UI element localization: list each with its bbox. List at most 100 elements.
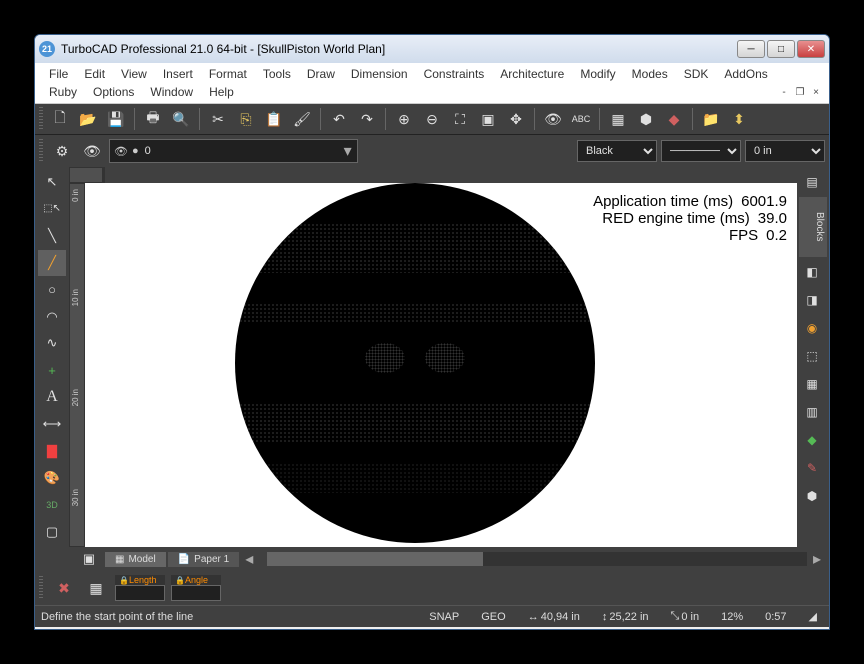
scroll-left-icon[interactable]: ◂ <box>241 549 257 569</box>
menu-insert[interactable]: Insert <box>155 65 201 83</box>
curve-tool-icon[interactable]: ∿ <box>38 331 66 357</box>
blocks-panel-tab[interactable]: Blocks <box>799 197 827 257</box>
right-tool-3-icon[interactable]: ◉ <box>799 315 825 341</box>
lock-icon[interactable]: 🔒 <box>175 576 185 585</box>
layer-icon[interactable]: 👁 <box>79 138 105 164</box>
tab-toggle-icon[interactable]: ▣ <box>75 546 103 572</box>
right-tool-5-icon[interactable]: ▦ <box>799 371 825 397</box>
menu-file[interactable]: File <box>41 65 76 83</box>
tab-model[interactable]: ▦Model <box>105 552 166 567</box>
menu-view[interactable]: View <box>113 65 155 83</box>
box-tool-icon[interactable]: ▢ <box>38 519 66 545</box>
mdi-close-button[interactable]: × <box>809 86 823 98</box>
undo-icon[interactable]: ↶ <box>326 106 352 132</box>
arc-tool-icon[interactable]: ◠ <box>38 304 66 330</box>
3d-tool-icon[interactable]: 3D <box>38 492 66 518</box>
hatch-icon[interactable]: ▦ <box>605 106 631 132</box>
chevron-down-icon[interactable]: ▾ <box>341 141 355 161</box>
palette-tool-icon[interactable]: 🎨 <box>38 465 66 491</box>
right-tool-7-icon[interactable]: ◆ <box>799 427 825 453</box>
redo-icon[interactable]: ↷ <box>354 106 380 132</box>
open-file-icon[interactable]: 📂 <box>75 106 101 132</box>
right-tool-4-icon[interactable]: ⬚ <box>799 343 825 369</box>
layer-selector[interactable] <box>141 140 341 162</box>
scroll-right-icon[interactable]: ▸ <box>809 549 825 569</box>
dimension-tool-icon[interactable]: ⟷ <box>38 411 66 437</box>
select-tool-icon[interactable]: ↖ <box>38 169 66 195</box>
lineweight-selector[interactable]: 0 in <box>745 140 825 162</box>
toolbar-grip[interactable] <box>39 107 43 131</box>
add-tool-icon[interactable]: + <box>38 357 66 383</box>
new-file-icon[interactable]: 🗋 <box>47 106 73 132</box>
right-tool-6-icon[interactable]: ▥ <box>799 399 825 425</box>
right-tool-8-icon[interactable]: ✎ <box>799 455 825 481</box>
menu-tools[interactable]: Tools <box>255 65 299 83</box>
titlebar[interactable]: 21 TurboCAD Professional 21.0 64-bit - [… <box>35 35 829 63</box>
named-view-icon[interactable]: 👁 <box>540 106 566 132</box>
print-preview-icon[interactable]: 🔍 <box>168 106 194 132</box>
format-painter-icon[interactable]: 🖌 <box>289 106 315 132</box>
folder-tool-icon[interactable]: 📁 <box>698 106 724 132</box>
tab-paper1[interactable]: 📄Paper 1 <box>168 552 239 567</box>
line-tool-icon[interactable]: ╱ <box>38 250 66 276</box>
drawing-canvas[interactable]: Application time (ms)6001.9 RED engine t… <box>85 183 797 547</box>
zoom-level[interactable]: 12% <box>715 611 749 623</box>
layer-tool-icon[interactable]: ⬍ <box>726 106 752 132</box>
palette-toggle-icon[interactable]: ▤ <box>799 169 825 195</box>
resize-grip-icon[interactable]: ◢ <box>803 610 823 623</box>
zoom-out-icon[interactable]: ⊖ <box>419 106 445 132</box>
vertical-ruler[interactable]: 0 in 10 in 20 in 30 in <box>69 183 85 547</box>
mdi-restore-button[interactable]: ❐ <box>793 86 807 98</box>
menu-modes[interactable]: Modes <box>624 65 676 83</box>
close-button[interactable]: ✕ <box>797 40 825 58</box>
lock-icon[interactable]: ● <box>130 145 141 157</box>
visibility-icon[interactable]: 👁 <box>112 145 130 158</box>
menu-dimension[interactable]: Dimension <box>343 65 416 83</box>
menu-options[interactable]: Options <box>85 83 142 101</box>
linetype-selector[interactable]: ─────── <box>661 140 741 162</box>
tool-icon-2[interactable]: ◆ <box>661 106 687 132</box>
color-selector[interactable]: Black <box>577 140 657 162</box>
gear-icon[interactable]: ⚙ <box>49 138 75 164</box>
pan-icon[interactable]: ✥ <box>503 106 529 132</box>
menu-sdk[interactable]: SDK <box>676 65 717 83</box>
menu-addons[interactable]: AddOns <box>716 65 775 83</box>
menu-ruby[interactable]: Ruby <box>41 83 85 101</box>
right-tool-1-icon[interactable]: ◧ <box>799 259 825 285</box>
snap-toggle[interactable]: SNAP <box>423 611 465 623</box>
text-tool-icon[interactable]: A <box>38 384 66 410</box>
horizontal-ruler[interactable]: 0 in 10 in 20 in 30 in 40 in 50 in <box>103 167 105 183</box>
color-swatch-icon[interactable]: ▇ <box>38 438 66 464</box>
menu-architecture[interactable]: Architecture <box>492 65 572 83</box>
zoom-in-icon[interactable]: ⊕ <box>391 106 417 132</box>
cancel-command-icon[interactable]: ✖ <box>51 575 77 601</box>
mdi-minimize-button[interactable]: - <box>777 86 791 98</box>
save-file-icon[interactable]: 💾 <box>103 106 129 132</box>
toolbar-grip[interactable] <box>39 139 43 163</box>
right-tool-9-icon[interactable]: ⬢ <box>799 483 825 509</box>
length-input[interactable] <box>115 585 165 601</box>
lock-icon[interactable]: 🔒 <box>119 576 129 585</box>
menu-constraints[interactable]: Constraints <box>416 65 493 83</box>
properties-icon[interactable]: ▦ <box>83 575 109 601</box>
menu-edit[interactable]: Edit <box>76 65 113 83</box>
zoom-window-icon[interactable]: ⛶ <box>447 106 473 132</box>
copy-icon[interactable]: ⎘ <box>233 106 259 132</box>
spell-check-icon[interactable]: ABC <box>568 106 594 132</box>
point-tool-icon[interactable]: ╲ <box>38 223 66 249</box>
menu-help[interactable]: Help <box>201 83 242 101</box>
toolbar-grip[interactable] <box>39 576 43 600</box>
menu-format[interactable]: Format <box>201 65 255 83</box>
tool-icon-1[interactable]: ⬢ <box>633 106 659 132</box>
angle-input[interactable] <box>171 585 221 601</box>
paste-icon[interactable]: 📋 <box>261 106 287 132</box>
minimize-button[interactable]: ─ <box>737 40 765 58</box>
menu-window[interactable]: Window <box>142 83 201 101</box>
geo-toggle[interactable]: GEO <box>475 611 511 623</box>
print-icon[interactable]: 🖶 <box>140 106 166 132</box>
select-similar-icon[interactable]: ⬚↖ <box>38 196 66 222</box>
maximize-button[interactable]: □ <box>767 40 795 58</box>
skull-object[interactable] <box>235 183 595 543</box>
menu-draw[interactable]: Draw <box>299 65 343 83</box>
horizontal-scrollbar[interactable] <box>267 552 807 566</box>
